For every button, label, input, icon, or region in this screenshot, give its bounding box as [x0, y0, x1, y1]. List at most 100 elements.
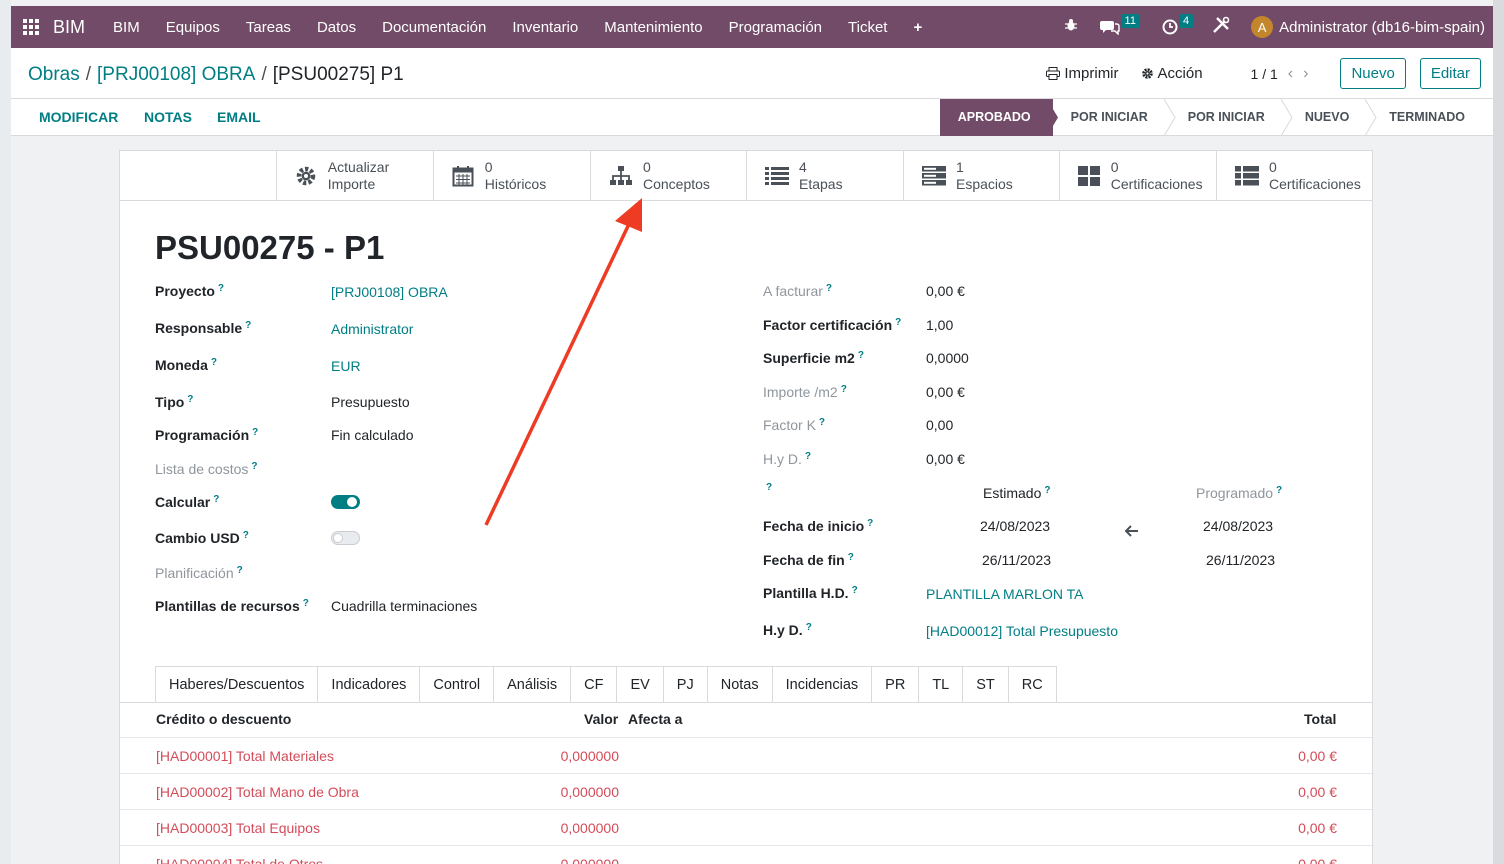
pager-value[interactable]: 1 / 1	[1251, 66, 1278, 82]
print-button[interactable]: Imprimir	[1046, 65, 1119, 82]
tab-analisis[interactable]: Análisis	[494, 666, 572, 703]
menu-item-tareas[interactable]: Tareas	[246, 19, 291, 36]
breadcrumb: Obras / [PRJ00108] OBRA / [PSU00275] P1	[28, 64, 404, 85]
field-label-programacion: Programación?	[155, 427, 259, 443]
historicos-button[interactable]: 0 Históricos	[433, 151, 591, 200]
stage-pipeline: APROBADO POR INICIAR POR INICIAR NUEVO T…	[939, 99, 1493, 136]
top-navbar: BIM BIM Equipos Tareas Datos Documentaci…	[11, 6, 1493, 48]
row-total: 0,00 €	[1298, 784, 1337, 800]
column-header-affects[interactable]: Afecta a	[628, 711, 682, 727]
pager-previous-icon[interactable]: ‹	[1288, 65, 1293, 83]
column-header-credit[interactable]: Crédito o descuento	[156, 711, 291, 727]
column-header-value[interactable]: Valor	[584, 711, 618, 727]
menu-item-equipos[interactable]: Equipos	[166, 19, 220, 36]
table-row[interactable]: [HAD00002] Total Mano de Obra 0,000000 0…	[120, 773, 1372, 809]
notes-button[interactable]: NOTAS	[144, 99, 192, 136]
row-total: 0,00 €	[1298, 820, 1337, 836]
field-value-moneda[interactable]: EUR	[331, 358, 361, 374]
tab-notas[interactable]: Notas	[707, 666, 773, 703]
field-label-tipo: Tipo?	[155, 394, 194, 410]
field-value-importe-m2: 0,00 €	[926, 384, 965, 400]
messages-badge: 11	[1120, 14, 1140, 28]
field-label-proyecto: Proyecto?	[155, 283, 225, 299]
stage-aprobado[interactable]: APROBADO	[939, 99, 1058, 136]
arrow-left-icon[interactable]	[1124, 524, 1138, 540]
breadcrumb-obras[interactable]: Obras	[28, 64, 80, 85]
tab-haberes-descuentos[interactable]: Haberes/Descuentos	[155, 666, 319, 703]
stage-por-iniciar-1[interactable]: POR INICIAR	[1053, 99, 1176, 136]
table-row[interactable]: [HAD00003] Total Equipos 0,000000 0,00 €	[120, 809, 1372, 845]
start-scheduled: 24/08/2023	[1203, 518, 1274, 534]
etapas-button[interactable]: 4 Etapas	[746, 151, 904, 200]
systray: 11 4 A Administrator (db16-bim-spain)	[1064, 6, 1485, 48]
column-header-total[interactable]: Total	[1304, 711, 1336, 727]
notebook-tabs: Haberes/Descuentos Indicadores Control A…	[155, 666, 1057, 703]
tab-control[interactable]: Control	[420, 666, 495, 703]
field-value-plantilla-hd[interactable]: PLANTILLA MARLON TA	[926, 586, 1083, 602]
menu-item-ticket[interactable]: Ticket	[848, 19, 887, 36]
update-amount-button[interactable]: Actualizar Importe	[276, 151, 434, 200]
espacios-button[interactable]: 1 Espacios	[903, 151, 1060, 200]
odoo-app: BIM BIM Equipos Tareas Datos Documentaci…	[11, 0, 1493, 864]
list-icon	[765, 164, 789, 188]
settings-tools-icon[interactable]	[1211, 15, 1231, 39]
action-button[interactable]: Acción	[1141, 65, 1203, 82]
user-avatar[interactable]: A	[1251, 16, 1274, 38]
messages-icon[interactable]: 11	[1099, 14, 1140, 35]
certificaciones-button-1[interactable]: 0 Certificaciones	[1059, 151, 1217, 200]
print-icon	[1046, 67, 1061, 80]
row-name: [HAD00001] Total Materiales	[156, 748, 334, 764]
new-button[interactable]: Nuevo	[1340, 58, 1406, 89]
apps-menu-icon[interactable]	[11, 19, 51, 35]
stage-terminado[interactable]: TERMINADO	[1371, 99, 1493, 136]
email-button[interactable]: EMAIL	[217, 99, 261, 136]
tab-incidencias[interactable]: Incidencias	[772, 666, 873, 703]
edit-button[interactable]: Editar	[1419, 58, 1481, 89]
pager-next-icon[interactable]: ›	[1303, 65, 1308, 83]
menu-item-bim[interactable]: BIM	[113, 19, 140, 36]
field-value-responsable[interactable]: Administrator	[331, 321, 413, 337]
modify-button[interactable]: MODIFICAR	[39, 99, 118, 136]
menu-item-documentacion[interactable]: Documentación	[382, 19, 486, 36]
debug-bug-icon[interactable]	[1064, 18, 1078, 36]
tab-indicadores[interactable]: Indicadores	[318, 666, 421, 703]
activities-badge: 4	[1178, 14, 1194, 28]
smart-button-box: Actualizar Importe 0 Históricos 0 Conceptos…	[120, 151, 1372, 201]
field-label-plantillas-recursos: Plantillas de recursos?	[155, 598, 309, 614]
menu-item-mantenimiento[interactable]: Mantenimiento	[604, 19, 702, 36]
field-value-hyd-total[interactable]: [HAD00012] Total Presupuesto	[926, 623, 1118, 639]
cambio-usd-toggle[interactable]	[331, 531, 360, 545]
tab-pj[interactable]: PJ	[663, 666, 708, 703]
menu-item-inventario[interactable]: Inventario	[512, 19, 578, 36]
field-label-calcular: Calcular?	[155, 494, 220, 510]
breadcrumb-project[interactable]: [PRJ00108] OBRA	[97, 64, 255, 85]
calcular-toggle[interactable]	[331, 495, 360, 509]
list-icon	[1235, 164, 1259, 188]
menu-item-datos[interactable]: Datos	[317, 19, 356, 36]
stage-por-iniciar-2[interactable]: POR INICIAR	[1170, 99, 1293, 136]
form-sheet: Actualizar Importe 0 Históricos 0 Conceptos…	[119, 150, 1373, 864]
menu-item-programacion[interactable]: Programación	[729, 19, 822, 36]
brand-name[interactable]: BIM	[53, 17, 85, 38]
sitemap-icon	[609, 164, 633, 188]
tab-st[interactable]: ST	[963, 666, 1009, 703]
tab-rc[interactable]: RC	[1008, 666, 1057, 703]
stage-nuevo[interactable]: NUEVO	[1287, 99, 1377, 136]
conceptos-button[interactable]: 0 Conceptos	[590, 151, 747, 200]
tab-tl[interactable]: TL	[919, 666, 964, 703]
row-name: [HAD00004] Total de Otros	[156, 856, 324, 864]
certificaciones-button-2[interactable]: 0 Certificaciones	[1216, 151, 1372, 200]
field-value-proyecto[interactable]: [PRJ00108] OBRA	[331, 284, 448, 300]
field-label-hyd: H.y D.?	[763, 451, 811, 467]
server-icon	[922, 164, 946, 188]
field-label-factor-k: Factor K?	[763, 417, 826, 433]
table-row[interactable]: [HAD00004] Total de Otros 0,000000 0,00 …	[120, 845, 1372, 864]
user-menu[interactable]: Administrator (db16-bim-spain)	[1279, 19, 1485, 36]
table-row[interactable]: [HAD00001] Total Materiales 0,000000 0,0…	[120, 737, 1372, 773]
tab-pr[interactable]: PR	[872, 666, 920, 703]
tab-ev[interactable]: EV	[617, 666, 664, 703]
field-label-cambio-usd: Cambio USD?	[155, 530, 249, 546]
activities-clock-icon[interactable]: 4	[1162, 14, 1194, 35]
menu-more-plus-icon[interactable]: +	[913, 19, 922, 36]
tab-cf[interactable]: CF	[571, 666, 618, 703]
